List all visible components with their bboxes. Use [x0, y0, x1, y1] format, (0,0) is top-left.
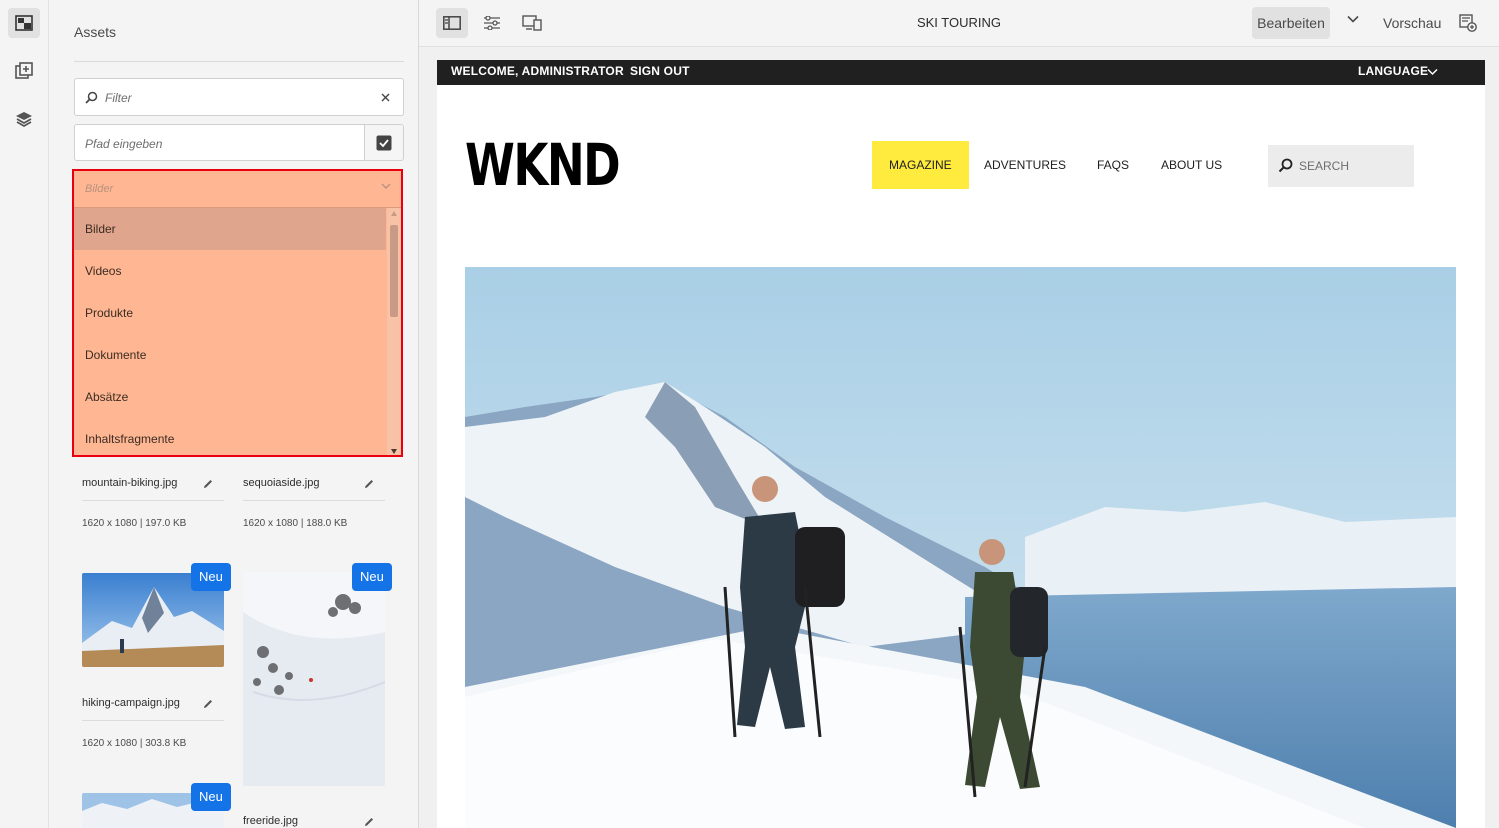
sign-out-link[interactable]: SIGN OUT: [630, 64, 690, 78]
asset-name[interactable]: sequoiaside.jpg: [243, 477, 319, 489]
asset-name[interactable]: hiking-campaign.jpg: [82, 697, 180, 709]
divider: [82, 720, 224, 721]
panel-title: Assets: [74, 24, 117, 40]
asset-type-dropdown[interactable]: Bilder Bilder Videos Produkte Dokumente …: [72, 169, 403, 457]
nav-about-us[interactable]: ABOUT US: [1161, 141, 1222, 189]
divider: [82, 500, 224, 501]
nav-faqs[interactable]: FAQS: [1097, 141, 1129, 189]
chevron-down-icon: [381, 183, 391, 189]
scroll-down-icon: [391, 449, 397, 454]
checkbox-icon: [376, 135, 392, 150]
clear-icon[interactable]: [381, 93, 390, 102]
path-placeholder: Pfad eingeben: [85, 137, 163, 151]
search-placeholder: SEARCH: [1299, 159, 1350, 173]
asset-meta: 1620 x 1080 | 197.0 KB: [82, 518, 187, 529]
welcome-text: WELCOME, ADMINISTRATOR: [451, 64, 624, 78]
scrollbar-thumb[interactable]: [390, 225, 398, 317]
content-tree-tab-button[interactable]: [8, 104, 40, 134]
page-title: SKI TOURING: [916, 15, 1002, 30]
publish-page-icon[interactable]: [1459, 14, 1477, 32]
edit-icon[interactable]: [202, 698, 214, 710]
new-badge: Neu: [352, 563, 392, 591]
ski-touring-image: [465, 267, 1456, 828]
editor-toolbar: SKI TOURING Bearbeiten Vorschau: [419, 0, 1499, 47]
content-tree-icon: [16, 112, 32, 128]
scroll-up-icon: [391, 211, 397, 216]
hero-image[interactable]: [465, 267, 1456, 828]
chevron-down-icon[interactable]: [1347, 15, 1359, 23]
option-absaetze[interactable]: Absätze: [74, 376, 386, 418]
site-logo[interactable]: WKND: [465, 136, 621, 194]
asset-type-options: Bilder Videos Produkte Dokumente Absätze…: [74, 208, 386, 455]
chevron-down-icon: [1427, 68, 1438, 76]
components-icon: [15, 62, 33, 79]
language-menu[interactable]: LANGUAGE: [1358, 64, 1428, 78]
option-videos[interactable]: Videos: [74, 250, 386, 292]
page-preview-frame[interactable]: WELCOME, ADMINISTRATOR SIGN OUT LANGUAGE…: [437, 60, 1485, 828]
divider: [74, 61, 404, 62]
snow-slope-image: [243, 572, 385, 786]
preview-button[interactable]: Vorschau: [1383, 15, 1441, 31]
edit-mode-button[interactable]: Bearbeiten: [1252, 7, 1330, 39]
site-utility-bar: WELCOME, ADMINISTRATOR SIGN OUT LANGUAGE: [437, 60, 1485, 85]
asset-type-selected-value: Bilder: [85, 183, 114, 195]
assets-panel: Assets Filter Pfad eingeben Bilder Bilde…: [49, 0, 419, 828]
asset-meta: 1620 x 1080 | 303.8 KB: [82, 738, 187, 749]
assets-icon: [15, 15, 33, 31]
path-input[interactable]: Pfad eingeben: [74, 124, 365, 161]
edit-icon[interactable]: [202, 478, 214, 490]
asset-name[interactable]: freeride.jpg: [243, 815, 298, 827]
edit-icon[interactable]: [363, 478, 375, 490]
asset-name[interactable]: mountain-biking.jpg: [82, 477, 177, 489]
components-tab-button[interactable]: [8, 56, 40, 86]
filter-placeholder: Filter: [105, 91, 132, 105]
site-search-input[interactable]: SEARCH: [1268, 145, 1414, 187]
option-inhaltsfragmente[interactable]: Inhaltsfragmente: [74, 418, 386, 455]
search-icon: [85, 91, 98, 104]
search-icon: [1278, 158, 1293, 173]
dropdown-scrollbar[interactable]: [387, 208, 401, 455]
assets-tab-button[interactable]: [8, 8, 40, 38]
asset-meta: 1620 x 1080 | 188.0 KB: [243, 518, 348, 529]
path-browse-button[interactable]: [364, 124, 404, 161]
filter-input[interactable]: Filter: [74, 78, 404, 116]
edit-icon[interactable]: [363, 816, 375, 828]
new-badge: Neu: [191, 563, 231, 591]
option-bilder[interactable]: Bilder: [74, 208, 386, 250]
option-dokumente[interactable]: Dokumente: [74, 334, 386, 376]
nav-magazine[interactable]: MAGAZINE: [872, 141, 969, 189]
asset-type-select[interactable]: Bilder: [74, 171, 401, 208]
option-produkte[interactable]: Produkte: [74, 292, 386, 334]
nav-adventures[interactable]: ADVENTURES: [984, 141, 1066, 189]
divider: [243, 500, 385, 501]
side-rail: [0, 0, 49, 828]
new-badge: Neu: [191, 783, 231, 811]
asset-thumbnail[interactable]: [243, 572, 385, 786]
